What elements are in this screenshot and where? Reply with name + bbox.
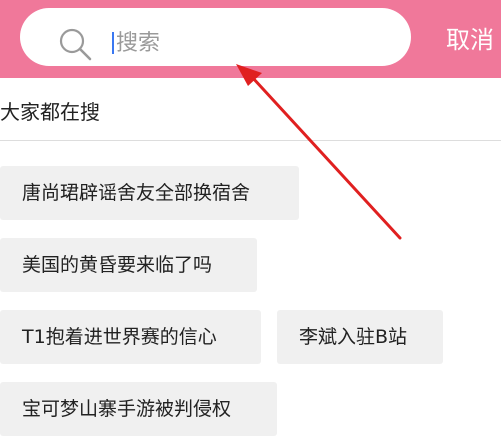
divider bbox=[0, 140, 501, 141]
hot-search-tag[interactable]: 美国的黄昏要来临了吗 bbox=[0, 238, 257, 292]
hot-search-tag[interactable]: 唐尚珺辟谣舍友全部换宿舍 bbox=[0, 166, 299, 220]
hot-search-tag[interactable]: 宝可梦山寨手游被判侵权 bbox=[0, 382, 277, 436]
cancel-button[interactable]: 取消 bbox=[446, 20, 494, 55]
search-input[interactable] bbox=[116, 28, 396, 58]
hot-search-tag[interactable]: 李斌入驻B站 bbox=[277, 310, 443, 364]
search-header: 取消 bbox=[0, 0, 501, 78]
text-cursor bbox=[112, 32, 114, 54]
search-icon bbox=[59, 28, 92, 61]
hot-search-tag[interactable]: T1抱着进世界赛的信心 bbox=[0, 310, 261, 364]
hot-search-title: 大家都在搜 bbox=[0, 100, 100, 124]
search-box[interactable] bbox=[20, 8, 411, 66]
